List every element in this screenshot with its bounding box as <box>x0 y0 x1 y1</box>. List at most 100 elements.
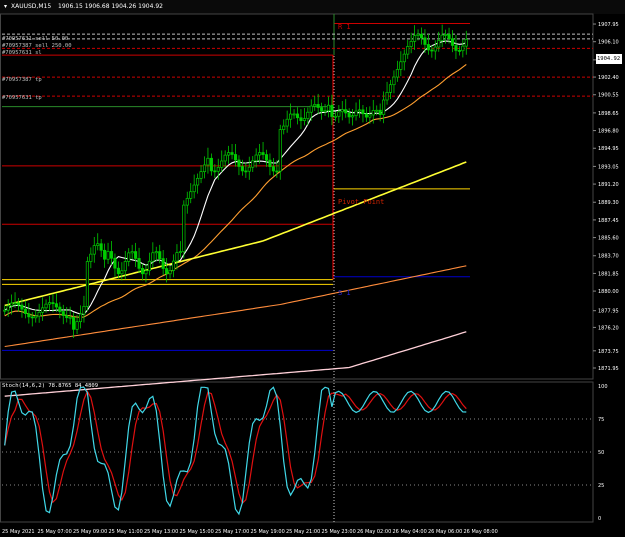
candle-body <box>61 311 65 316</box>
candle-body <box>158 251 162 259</box>
time-tick-label: 25 May 2021 <box>2 529 35 535</box>
chart-grid <box>0 13 594 523</box>
candle-body <box>213 170 217 173</box>
candle-body <box>285 118 289 127</box>
time-tick-label: 25 May 09:00 <box>73 529 107 535</box>
candle-body <box>189 191 193 199</box>
trade-label-tp-1: #70957387 tp <box>2 77 42 83</box>
candle-body <box>258 152 262 156</box>
trade-label-tp-2: #70957631 tp <box>2 95 42 101</box>
candle-body <box>192 184 196 193</box>
candles <box>3 24 468 338</box>
candle-body <box>13 302 17 305</box>
candle-body <box>23 308 27 314</box>
time-tick-label: 25 May 11:00 <box>109 529 143 535</box>
time-tick-label: 25 May 17:00 <box>215 529 249 535</box>
candle-body <box>130 251 134 254</box>
candle-body <box>464 39 468 47</box>
candle-body <box>16 302 21 306</box>
candle-body <box>171 260 176 271</box>
trade-lines <box>2 33 593 97</box>
candle-body <box>237 159 241 167</box>
chart-window: ▾ XAUUSD,M15 1906.15 1906.68 1904.26 190… <box>0 0 625 537</box>
stoch-main-line <box>4 386 467 516</box>
stoch-level-label: 75 <box>598 417 604 423</box>
candle-body <box>247 166 251 172</box>
price-tick-label: 1883.70 <box>598 254 619 260</box>
price-tick-label: 1906.10 <box>598 40 619 46</box>
candle-body <box>306 111 310 119</box>
candle-body <box>309 105 313 113</box>
price-tick-label: 1891.20 <box>598 182 619 188</box>
candle-body <box>182 204 186 252</box>
time-tick-label: 26 May 08:00 <box>464 529 498 535</box>
candle-body <box>254 154 258 162</box>
candle-body <box>440 34 444 41</box>
time-tick-label: 25 May 19:00 <box>251 529 285 535</box>
candle-body <box>251 160 255 168</box>
candle-body <box>65 315 69 319</box>
candle-body <box>41 307 45 313</box>
price-tick-label: 1907.95 <box>598 22 619 28</box>
candle-body <box>175 252 179 262</box>
candle-body <box>337 111 341 117</box>
price-tick-label: 1877.95 <box>598 309 619 315</box>
candle-body <box>10 302 14 307</box>
price-tick-label: 1881.85 <box>598 271 619 277</box>
pivot-r1-label: R 1 <box>338 23 351 31</box>
candle-body <box>282 125 286 130</box>
candle-body <box>47 302 52 305</box>
candle-body <box>209 157 213 172</box>
stochastic-panel <box>2 386 593 516</box>
candle-body <box>357 109 362 112</box>
candle-body <box>68 316 72 319</box>
candle-body <box>34 315 38 319</box>
candle-body <box>196 177 200 186</box>
candle-body <box>385 92 389 101</box>
stoch-level-label: 100 <box>598 384 608 390</box>
candle-body <box>30 316 34 319</box>
candle-body <box>292 113 296 116</box>
price-tick-label: 1898.65 <box>598 111 619 117</box>
candle-body <box>437 40 441 48</box>
candle-body <box>395 69 399 78</box>
candle-body <box>113 257 117 269</box>
moving-averages <box>4 40 467 397</box>
stoch-level-label: 50 <box>598 450 604 456</box>
candle-body <box>447 34 451 40</box>
candle-body <box>72 316 76 330</box>
price-tick-label: 1902.40 <box>598 75 619 81</box>
candle-body <box>330 104 334 117</box>
candle-body <box>278 129 282 172</box>
candle-body <box>137 258 141 269</box>
candle-body <box>103 249 107 260</box>
price-tick-label: 1900.55 <box>598 93 619 99</box>
candle-body <box>244 170 248 173</box>
stoch-label: Stoch(14,6,2) 78.8765 84.4809 <box>2 383 99 389</box>
candle-body <box>409 41 413 47</box>
candle-body <box>271 166 275 172</box>
candle-body <box>378 109 382 115</box>
candle-body <box>230 152 234 155</box>
candle-body <box>419 33 424 39</box>
candle-body <box>457 50 461 52</box>
candle-body <box>302 118 306 121</box>
candle-body <box>134 251 138 259</box>
candle-body <box>413 35 417 42</box>
price-chart[interactable]: 1907.951906.101904.201902.401900.551898.… <box>0 0 625 537</box>
time-tick-label: 25 May 13:00 <box>144 529 178 535</box>
candle-body <box>165 268 169 275</box>
pivot-point-label: Pivot Point <box>338 198 385 206</box>
candle-body <box>323 110 327 113</box>
candle-body <box>450 38 455 46</box>
candle-body <box>75 321 79 330</box>
candle-body <box>375 109 379 112</box>
candle-body <box>116 267 120 275</box>
candle-body <box>433 46 437 52</box>
candle-body <box>351 115 355 118</box>
candle-body <box>368 114 372 118</box>
candle-body <box>89 253 93 262</box>
trade-label-sell-2: #70957387 sell 250.00 <box>2 43 72 49</box>
candle-body <box>161 258 165 269</box>
candle-body <box>430 49 434 52</box>
